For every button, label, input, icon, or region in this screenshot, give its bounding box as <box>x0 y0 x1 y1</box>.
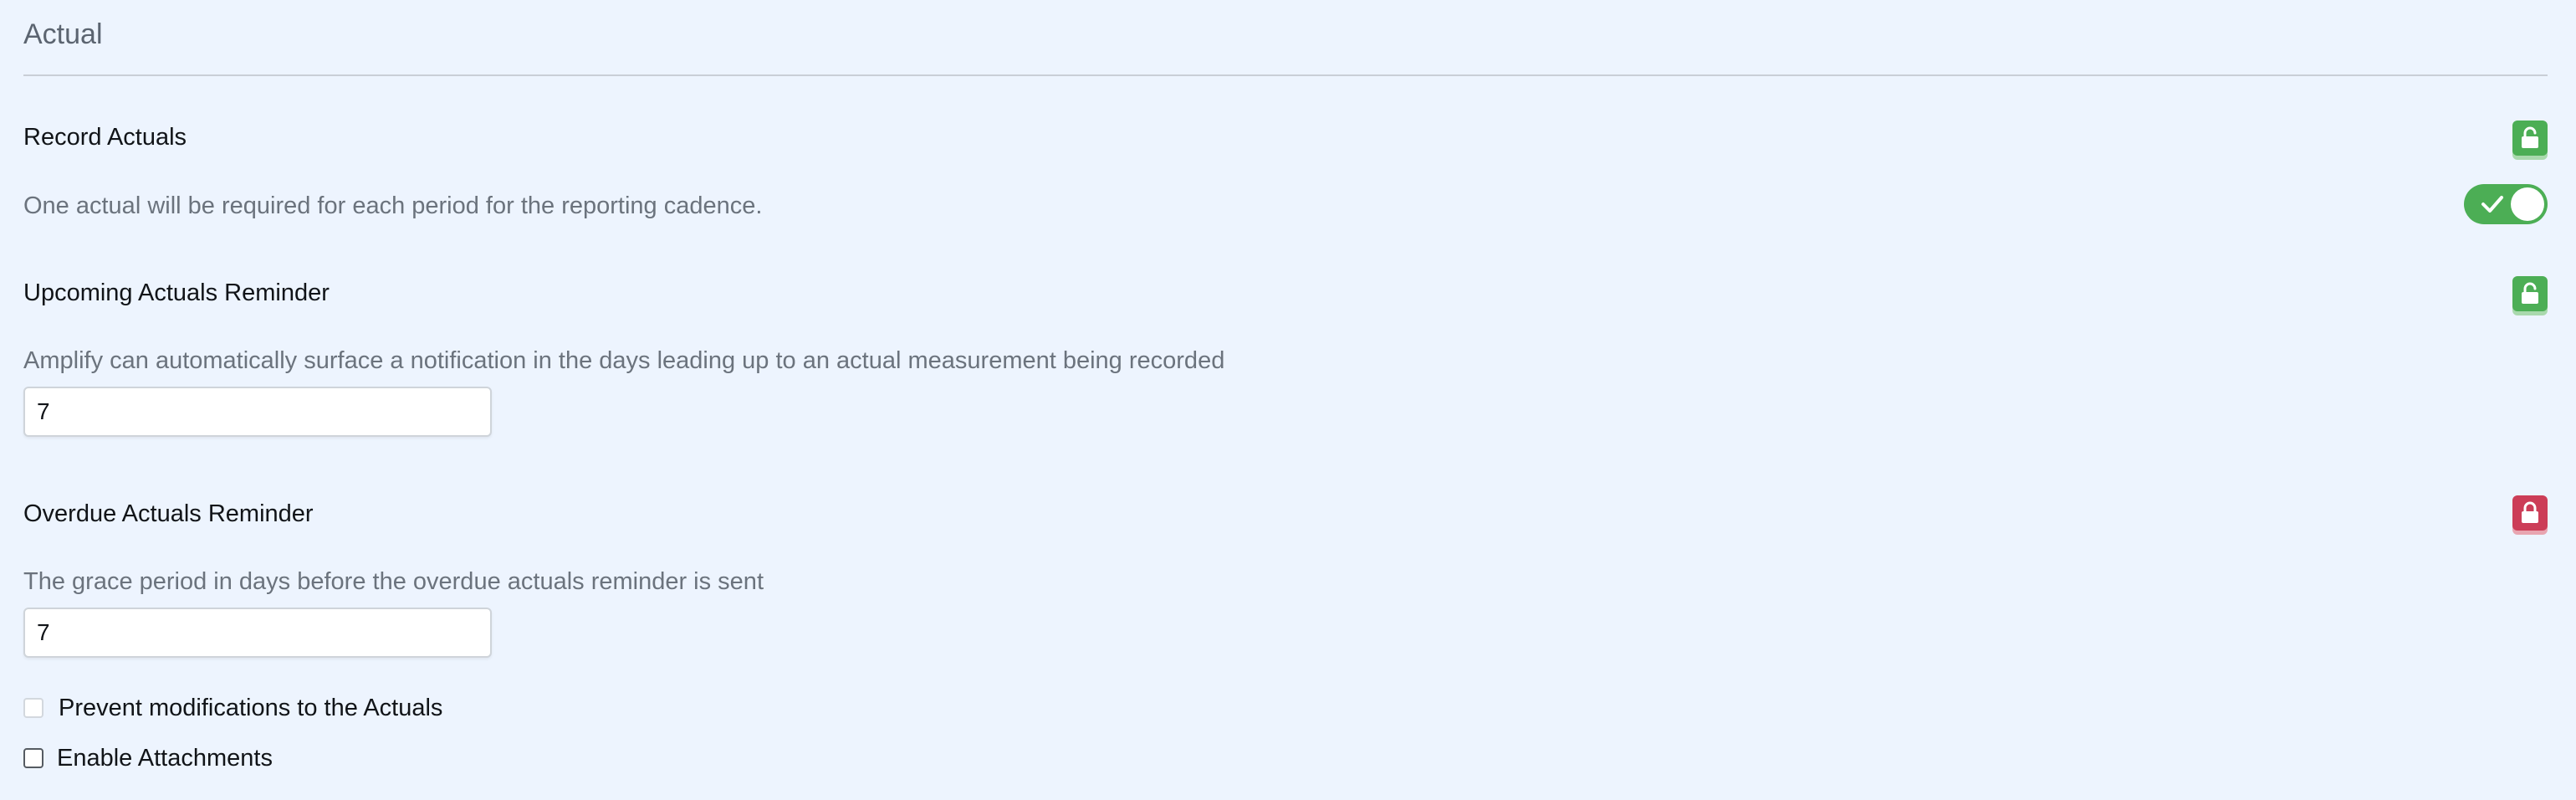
overdue-reminder-lock-button[interactable] <box>2512 495 2548 531</box>
enable-attachments-label: Enable Attachments <box>57 745 273 772</box>
unlocked-padlock-icon <box>2522 282 2538 304</box>
section-divider <box>23 74 2548 76</box>
locked-padlock-icon <box>2522 501 2538 523</box>
record-actuals-heading: Record Actuals <box>23 124 187 151</box>
prevent-modifications-label: Prevent modifications to the Actuals <box>59 695 443 721</box>
section-title: Actual <box>23 18 103 50</box>
toggle-knob <box>2511 187 2544 221</box>
enable-attachments-checkbox[interactable] <box>23 748 43 768</box>
upcoming-reminder-description: Amplify can automatically surface a noti… <box>23 347 1225 374</box>
overdue-reminder-days-input[interactable] <box>23 608 492 658</box>
prevent-modifications-checkbox[interactable] <box>23 698 43 718</box>
overdue-reminder-description: The grace period in days before the over… <box>23 568 764 595</box>
upcoming-reminder-days-input[interactable] <box>23 387 492 437</box>
check-icon <box>2481 196 2503 213</box>
record-actuals-toggle[interactable] <box>2464 184 2548 224</box>
record-actuals-description: One actual will be required for each per… <box>23 192 763 219</box>
upcoming-reminder-heading: Upcoming Actuals Reminder <box>23 279 330 306</box>
enable-attachments-option[interactable]: Enable Attachments <box>23 741 273 775</box>
upcoming-reminder-lock-button[interactable] <box>2512 276 2548 311</box>
overdue-reminder-heading: Overdue Actuals Reminder <box>23 500 314 527</box>
unlocked-padlock-icon <box>2522 126 2538 148</box>
prevent-modifications-option[interactable]: Prevent modifications to the Actuals <box>23 691 442 725</box>
record-actuals-lock-button[interactable] <box>2512 121 2548 156</box>
